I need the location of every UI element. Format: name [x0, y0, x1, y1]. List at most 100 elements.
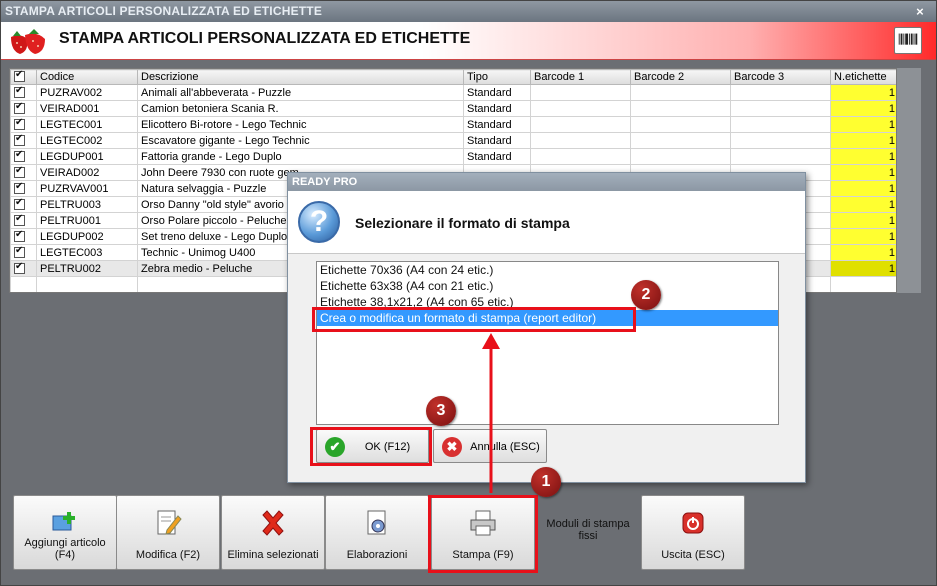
cell-codice: PELTRU001 — [36, 212, 138, 229]
step-marker-2: 2 — [631, 280, 661, 310]
cell-barcode-2 — [630, 132, 731, 149]
dialog-message-area: ? Selezionare il formato di stampa — [288, 191, 805, 254]
format-option[interactable]: Etichette 70x36 (A4 con 24 etic.) — [317, 262, 778, 278]
row-checkbox[interactable] — [10, 196, 37, 213]
column-header[interactable]: Codice — [36, 69, 138, 85]
cell-descrizione: Escavatore gigante - Lego Technic — [137, 132, 464, 149]
format-option[interactable]: Etichette 63x38 (A4 con 21 etic.) — [317, 278, 778, 294]
edit-button[interactable]: Modifica (F2) — [116, 495, 220, 570]
cell-codice: LEGTEC003 — [36, 244, 138, 261]
exit-label: Uscita (ESC) — [661, 549, 725, 561]
cell-barcode-2 — [630, 116, 731, 133]
grid-side-area — [897, 68, 921, 293]
cell-barcode-2 — [630, 100, 731, 117]
cell-codice: VEIRAD002 — [36, 164, 138, 181]
column-header[interactable]: Descrizione — [137, 69, 464, 85]
cell-codice: LEGDUP001 — [36, 148, 138, 165]
dialog-message: Selezionare il formato di stampa — [355, 215, 570, 231]
cell-codice: PUZRVAV001 — [36, 180, 138, 197]
empty-cell — [10, 276, 37, 292]
cell-codice: LEGDUP002 — [36, 228, 138, 245]
cell-tipo: Standard — [463, 148, 531, 165]
format-listbox[interactable]: Etichette 70x36 (A4 con 24 etic.) Etiche… — [316, 261, 779, 425]
cell-barcode-3 — [730, 132, 831, 149]
cell-descrizione: Camion betoniera Scania R. — [137, 100, 464, 117]
row-checkbox[interactable] — [10, 164, 37, 181]
cell-n-etichette: 1 — [830, 212, 896, 229]
cell-n-etichette: 1 — [830, 228, 896, 245]
cell-barcode-1 — [530, 100, 631, 117]
cell-descrizione: Animali all'abbeverata - Puzzle — [137, 84, 464, 101]
cell-codice: PELTRU003 — [36, 196, 138, 213]
cell-barcode-1 — [530, 132, 631, 149]
annotation-arrow — [482, 333, 500, 493]
close-icon[interactable]: × — [912, 1, 928, 22]
delete-selected-button[interactable]: Elimina selezionati — [221, 495, 325, 570]
column-header[interactable]: Barcode 1 — [530, 69, 631, 85]
column-header[interactable]: Barcode 2 — [630, 69, 731, 85]
fixed-modules-label: Moduli di stampa fissi — [546, 518, 630, 542]
cell-codice: LEGTEC001 — [36, 116, 138, 133]
cell-barcode-2 — [630, 84, 731, 101]
row-checkbox[interactable] — [10, 244, 37, 261]
row-checkbox[interactable] — [10, 84, 37, 101]
question-icon: ? — [298, 201, 340, 243]
cell-codice: PELTRU002 — [36, 260, 138, 277]
step-marker-3: 3 — [426, 396, 456, 426]
table-row[interactable]: LEGTEC001Elicottero Bi-rotore - Lego Tec… — [10, 116, 896, 133]
row-checkbox[interactable] — [10, 116, 37, 133]
window-titlebar: STAMPA ARTICOLI PERSONALIZZATA ED ETICHE… — [1, 1, 936, 22]
cell-n-etichette: 1 — [830, 260, 896, 277]
page-title: STAMPA ARTICOLI PERSONALIZZATA ED ETICHE… — [59, 30, 471, 47]
add-article-button[interactable]: Aggiungi articolo (F4) — [13, 495, 117, 570]
delete-x-icon — [262, 510, 284, 536]
table-row[interactable]: LEGTEC002Escavatore gigante - Lego Techn… — [10, 132, 896, 149]
column-header[interactable]: Barcode 3 — [730, 69, 831, 85]
cell-barcode-2 — [630, 148, 731, 165]
processing-label: Elaborazioni — [346, 549, 408, 561]
cell-n-etichette: 1 — [830, 196, 896, 213]
cell-barcode-1 — [530, 148, 631, 165]
table-row[interactable]: VEIRAD001Camion betoniera Scania R.Stand… — [10, 100, 896, 117]
main-window: STAMPA ARTICOLI PERSONALIZZATA ED ETICHE… — [0, 0, 937, 586]
select-all-checkbox[interactable] — [10, 69, 37, 85]
column-header[interactable]: N.etichette — [830, 69, 896, 85]
gear-document-icon — [367, 510, 386, 535]
cell-tipo: Standard — [463, 100, 531, 117]
cell-tipo: Standard — [463, 84, 531, 101]
row-checkbox[interactable] — [10, 132, 37, 149]
row-checkbox[interactable] — [10, 180, 37, 197]
cell-n-etichette: 1 — [830, 164, 896, 181]
table-row[interactable]: LEGDUP001Fattoria grande - Lego DuploSta… — [10, 148, 896, 165]
processing-button[interactable]: Elaborazioni — [325, 495, 429, 570]
cell-descrizione: Elicottero Bi-rotore - Lego Technic — [137, 116, 464, 133]
cell-codice: VEIRAD001 — [36, 100, 138, 117]
table-row[interactable]: PUZRAV002Animali all'abbeverata - Puzzle… — [10, 84, 896, 101]
cell-barcode-3 — [730, 148, 831, 165]
cell-n-etichette: 1 — [830, 84, 896, 101]
column-header[interactable]: Tipo — [463, 69, 531, 85]
cell-barcode-3 — [730, 100, 831, 117]
row-checkbox[interactable] — [10, 260, 37, 277]
add-article-label: Aggiungi articolo (F4) — [24, 537, 106, 561]
cell-n-etichette: 1 — [830, 132, 896, 149]
highlight-report-editor-option — [312, 307, 636, 332]
cell-barcode-3 — [730, 116, 831, 133]
exit-button[interactable]: Uscita (ESC) — [641, 495, 745, 570]
dialog-title: READY PRO — [288, 173, 805, 191]
fixed-print-modules-button[interactable]: Moduli di stampa fissi — [536, 495, 640, 570]
cell-tipo: Standard — [463, 116, 531, 133]
cell-descrizione: Fattoria grande - Lego Duplo — [137, 148, 464, 165]
row-checkbox[interactable] — [10, 100, 37, 117]
row-checkbox[interactable] — [10, 148, 37, 165]
edit-label: Modifica (F2) — [135, 549, 201, 561]
add-article-icon — [52, 512, 75, 531]
cell-barcode-1 — [530, 84, 631, 101]
cell-n-etichette: 1 — [830, 116, 896, 133]
step-marker-1: 1 — [531, 467, 561, 497]
cancel-x-icon: ✖ — [442, 437, 462, 457]
empty-cell — [36, 276, 138, 292]
barcode-icon — [894, 27, 922, 54]
row-checkbox[interactable] — [10, 228, 37, 245]
row-checkbox[interactable] — [10, 212, 37, 229]
